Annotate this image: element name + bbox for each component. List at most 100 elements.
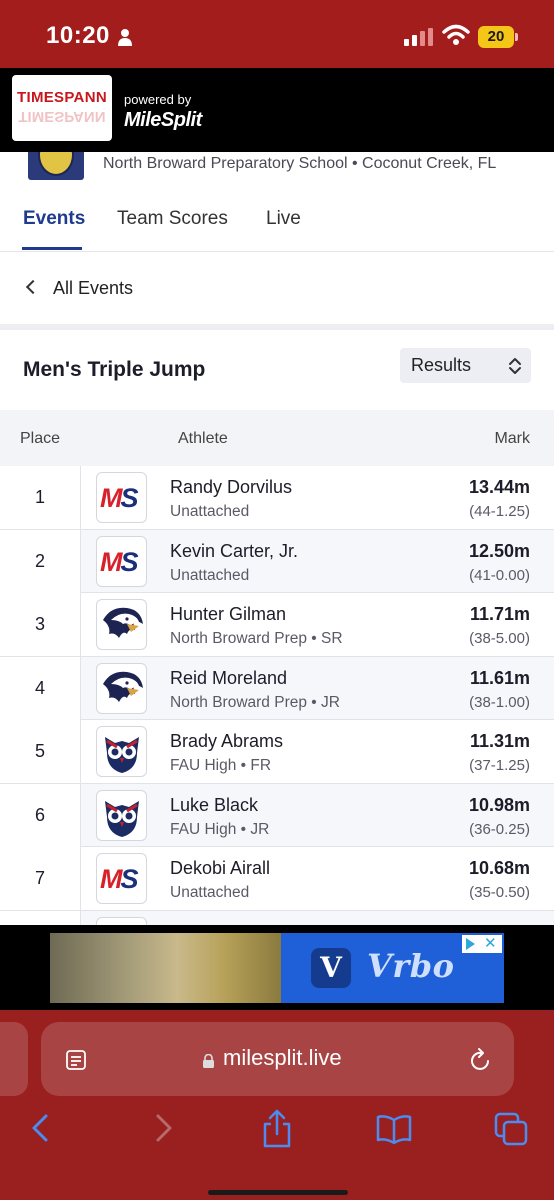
athlete-name[interactable]: Dekobi Airall <box>170 858 270 879</box>
tab-events[interactable]: Events <box>23 208 85 230</box>
view-select-value: Results <box>411 355 472 375</box>
vrbo-wordmark: Vrbo <box>367 947 455 985</box>
chevron-left-icon <box>25 279 41 295</box>
athlete-team: North Broward Prep • JR <box>170 693 340 711</box>
table-row[interactable]: 6 Luke Black FAU High • JR 10.98m (36-0.25) <box>0 783 554 847</box>
team-avatar: MS <box>96 535 147 587</box>
mark-metric: 10.98m <box>468 794 530 815</box>
previous-tab-peek[interactable] <box>0 1022 28 1096</box>
table-row[interactable]: 5 Brady Abrams FAU High • FR 11.31m (37-1.25… <box>0 720 554 784</box>
event-title: Men's Triple Jump <box>23 358 206 381</box>
tabs-icon[interactable] <box>494 1108 530 1148</box>
url-text[interactable]: milesplit.live <box>223 1045 342 1071</box>
results-table-body: 1 MS Randy Dorvilus Unattached 13.44m (44-1.2… <box>0 466 554 931</box>
battery-indicator: 20 <box>478 26 518 48</box>
active-tab-indicator <box>22 247 82 250</box>
table-row[interactable]: 3 Hunter Gilman North Broward Prep • SR 11.… <box>0 593 554 657</box>
results-table-header: Place Athlete Mark <box>0 410 554 466</box>
athlete-team: Unattached <box>170 884 250 901</box>
milesplit-logo-icon: MS <box>100 483 139 513</box>
team-avatar <box>96 662 147 714</box>
all-events-link[interactable]: All Events <box>0 266 554 310</box>
wifi-icon <box>442 24 470 45</box>
athlete-team: FAU High • FR <box>170 757 272 774</box>
share-icon[interactable] <box>259 1108 295 1148</box>
column-header-mark: Mark <box>494 430 530 447</box>
milesplit-logo-icon: MS <box>100 864 139 894</box>
ad-close-icon[interactable]: ✕ <box>484 934 497 952</box>
owl-team-logo-icon <box>97 791 146 840</box>
address-bar[interactable]: milesplit.live <box>41 1022 514 1096</box>
place-cell: 3 <box>0 593 81 656</box>
team-avatar: MS <box>96 472 147 523</box>
eagle-team-logo-icon <box>97 664 146 713</box>
vrbo-app-icon: V <box>311 948 351 988</box>
battery-level: 20 <box>478 26 514 48</box>
forward-arrow-icon[interactable] <box>144 1108 180 1148</box>
athlete-name[interactable]: Kevin Carter, Jr. <box>170 541 298 562</box>
table-row[interactable]: 2 MS Kevin Carter, Jr. Unattached 12.50m (41-… <box>0 529 554 593</box>
ad-photo <box>50 933 281 1003</box>
logo-reflection: TIMESPANN <box>18 108 106 125</box>
mark-imperial: (38-1.00) <box>469 693 530 711</box>
mark-imperial: (38-5.00) <box>469 630 530 647</box>
ad-banner-strip: V Vrbo ✕ <box>0 925 554 1010</box>
athlete-team: Unattached <box>170 566 250 584</box>
bookmarks-icon[interactable] <box>376 1108 412 1148</box>
vrbo-ad[interactable]: V Vrbo ✕ <box>50 933 504 1003</box>
mark-metric: 13.44m <box>468 477 530 497</box>
mark-metric: 12.50m <box>468 540 530 561</box>
owl-team-logo-icon <box>97 727 146 776</box>
mark-imperial: (44-1.25) <box>469 503 530 520</box>
school-seal-icon <box>28 152 84 180</box>
place-cell: 1 <box>0 466 81 529</box>
adchoices-icon[interactable]: ✕ <box>462 935 502 953</box>
logo-text: TIMESPANN <box>17 89 107 106</box>
athlete-name[interactable]: Randy Dorvilus <box>170 477 292 498</box>
chevron-up-down-icon <box>509 358 521 374</box>
mark-metric: 10.68m <box>468 858 530 878</box>
athlete-name[interactable]: Brady Abrams <box>170 731 283 752</box>
mark-imperial: (35-0.50) <box>469 884 530 901</box>
person-icon <box>118 29 132 46</box>
table-row[interactable]: 4 Reid Moreland North Broward Prep • JR 11.… <box>0 656 554 720</box>
team-avatar <box>96 726 147 777</box>
mark-imperial: (37-1.25) <box>469 757 530 774</box>
view-select[interactable]: Results <box>400 348 531 383</box>
team-avatar <box>96 599 147 650</box>
timespann-logo[interactable]: TIMESPANN TIMESPANN <box>12 75 112 141</box>
home-indicator <box>208 1190 348 1195</box>
cellular-signal-icon <box>404 28 433 46</box>
milesplit-logo-icon: MS <box>100 546 139 577</box>
table-row[interactable]: 7 MS Dekobi Airall Unattached 10.68m (35-0.50… <box>0 847 554 911</box>
mark-metric: 11.71m <box>469 604 530 624</box>
meet-info: North Broward Preparatory School • Cocon… <box>0 152 554 182</box>
place-cell: 2 <box>0 529 81 593</box>
place-cell: 5 <box>0 720 81 783</box>
powered-by-label: powered by <box>124 92 192 107</box>
mark-imperial: (41-0.00) <box>469 566 530 584</box>
tab-team-scores[interactable]: Team Scores <box>117 208 228 230</box>
team-avatar: MS <box>96 853 147 904</box>
table-row[interactable]: 1 MS Randy Dorvilus Unattached 13.44m (44-1.2… <box>0 466 554 530</box>
athlete-name[interactable]: Reid Moreland <box>170 668 287 689</box>
tab-live[interactable]: Live <box>266 208 301 230</box>
section-divider <box>0 324 554 330</box>
column-header-place: Place <box>20 430 61 447</box>
status-bar: 10:20 20 <box>0 0 554 68</box>
browser-toolbar: milesplit.live <box>0 1010 554 1200</box>
reload-icon[interactable] <box>469 1047 493 1073</box>
athlete-name[interactable]: Luke Black <box>170 795 258 816</box>
meet-location: North Broward Preparatory School • Cocon… <box>103 155 497 172</box>
reader-mode-icon[interactable] <box>65 1049 87 1071</box>
milesplit-wordmark[interactable]: MileSplit <box>124 109 202 132</box>
place-cell: 6 <box>0 783 81 847</box>
athlete-team: North Broward Prep • SR <box>170 630 343 647</box>
tab-bar: Events Team Scores Live <box>0 192 554 252</box>
place-cell: 7 <box>0 847 81 910</box>
athlete-name[interactable]: Hunter Gilman <box>170 604 286 625</box>
team-avatar <box>96 789 147 841</box>
mark-metric: 11.61m <box>469 667 530 688</box>
place-cell: 4 <box>0 656 81 720</box>
back-arrow-icon[interactable] <box>24 1108 60 1148</box>
